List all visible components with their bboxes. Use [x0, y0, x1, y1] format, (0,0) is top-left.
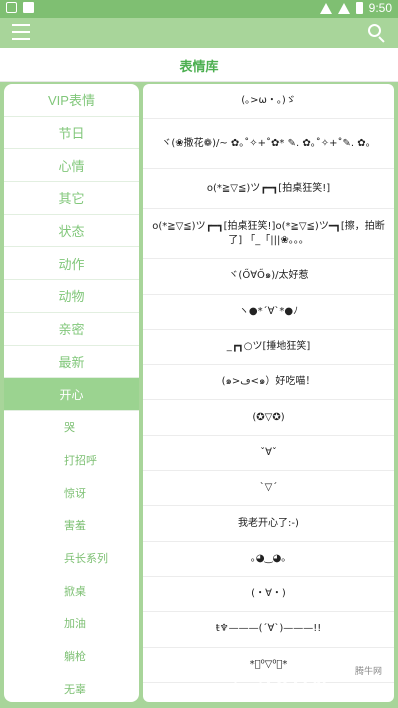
- watermark-cn: 腾牛网: [354, 667, 382, 677]
- emoticon-item[interactable]: (｡>ω・｡)ゞ: [143, 84, 394, 120]
- menu-icon[interactable]: [12, 24, 30, 40]
- emoticon-item[interactable]: ŧ♆———(´∀`)———!!: [143, 612, 394, 648]
- subcategory-innocent[interactable]: 无辜: [4, 672, 139, 702]
- sidebar-item-animal[interactable]: 动物: [4, 280, 139, 313]
- subcategory-greet[interactable]: 打招呼: [4, 444, 139, 477]
- subcategory-cry[interactable]: 哭: [4, 411, 139, 444]
- subcategory-shy[interactable]: 害羞: [4, 509, 139, 542]
- battery-icon: [355, 2, 363, 14]
- subcategory-surprised[interactable]: 惊讶: [4, 476, 139, 509]
- title-bar: 表情库: [0, 48, 398, 82]
- sidebar-item-status[interactable]: 状态: [4, 215, 139, 248]
- notification-icon: [6, 2, 17, 13]
- emoticon-item[interactable]: ヽ●*´∀`*●ﾉ: [143, 295, 394, 330]
- sidebar-item-vip[interactable]: VIP表情: [4, 84, 139, 117]
- sidebar-item-intimate[interactable]: 亲密: [4, 313, 139, 346]
- page-title: 表情库: [179, 59, 219, 74]
- sidebar-item-action[interactable]: 动作: [4, 247, 139, 281]
- emoticon-item[interactable]: o(*≧▽≦)ツ┏━┓[拍桌狂笑!]: [143, 169, 394, 210]
- emoticon-item[interactable]: o(*≧▽≦)ツ┏━┓[拍桌狂笑!]o(*≧▽≦)ツ━┓[擦，拍断了] 「_「|…: [143, 209, 394, 260]
- sidebar-item-happy[interactable]: 开心: [4, 378, 139, 411]
- app-notification-icon: [23, 2, 34, 13]
- sidebar-item-latest[interactable]: 最新: [4, 346, 139, 379]
- emoticon-item[interactable]: ヾ(❀撒花❁)/~ ✿｡˚✧+˚✿* ✎. ✿｡˚✧+˚✎. ✿。: [143, 119, 394, 170]
- emoticon-item[interactable]: _┏┓○ツ[捶地狂笑]: [143, 330, 394, 366]
- status-bar: 9:50: [0, 0, 398, 18]
- wifi-icon: [319, 2, 332, 14]
- sidebar-item-other[interactable]: 其它: [4, 182, 139, 215]
- subcategory-lying-shot[interactable]: 躺枪: [4, 640, 139, 673]
- emoticon-item[interactable]: ヾ(Ő∀Ő๑)/太好惹: [143, 259, 394, 295]
- subcategory-cheer[interactable]: 加油: [4, 607, 139, 640]
- clock: 9:50: [368, 1, 392, 15]
- emoticon-item[interactable]: ˇ∀ˇ: [143, 436, 394, 472]
- emoticon-item[interactable]: (✪▽✪): [143, 400, 394, 436]
- subcategory-flip-table[interactable]: 掀桌: [4, 574, 139, 607]
- watermark-logo: QQTN 腾牛网: [234, 667, 384, 702]
- emoticon-list: (｡>ω・｡)ゞ ヾ(❀撒花❁)/~ ✿｡˚✧+˚✿* ✎. ✿｡˚✧+˚✎. …: [143, 84, 394, 702]
- emoticon-item[interactable]: 我老开心了:-): [143, 506, 394, 542]
- app-bar: [0, 18, 398, 48]
- emoticon-item[interactable]: ˋ▽ˊ: [143, 471, 394, 507]
- sidebar-item-festival[interactable]: 节日: [4, 117, 139, 150]
- emoticon-item[interactable]: (・∀・): [143, 577, 394, 613]
- emoticon-item[interactable]: (๑>ڡ<๑）好吃喵！: [143, 365, 394, 401]
- watermark-emblem-icon: [234, 672, 262, 700]
- sidebar-item-mood[interactable]: 心情: [4, 149, 139, 183]
- watermark-text: QQTN: [266, 674, 328, 696]
- emoticon-item[interactable]: ｡◕‿◕｡: [143, 542, 394, 577]
- category-sidebar: VIP表情 节日 心情 其它 状态 动作 动物 亲密 最新 开心 哭 打招呼 惊…: [4, 84, 139, 702]
- signal-icon: [337, 2, 350, 14]
- search-icon[interactable]: [368, 24, 386, 43]
- subcategory-captain-series[interactable]: 兵长系列: [4, 542, 139, 575]
